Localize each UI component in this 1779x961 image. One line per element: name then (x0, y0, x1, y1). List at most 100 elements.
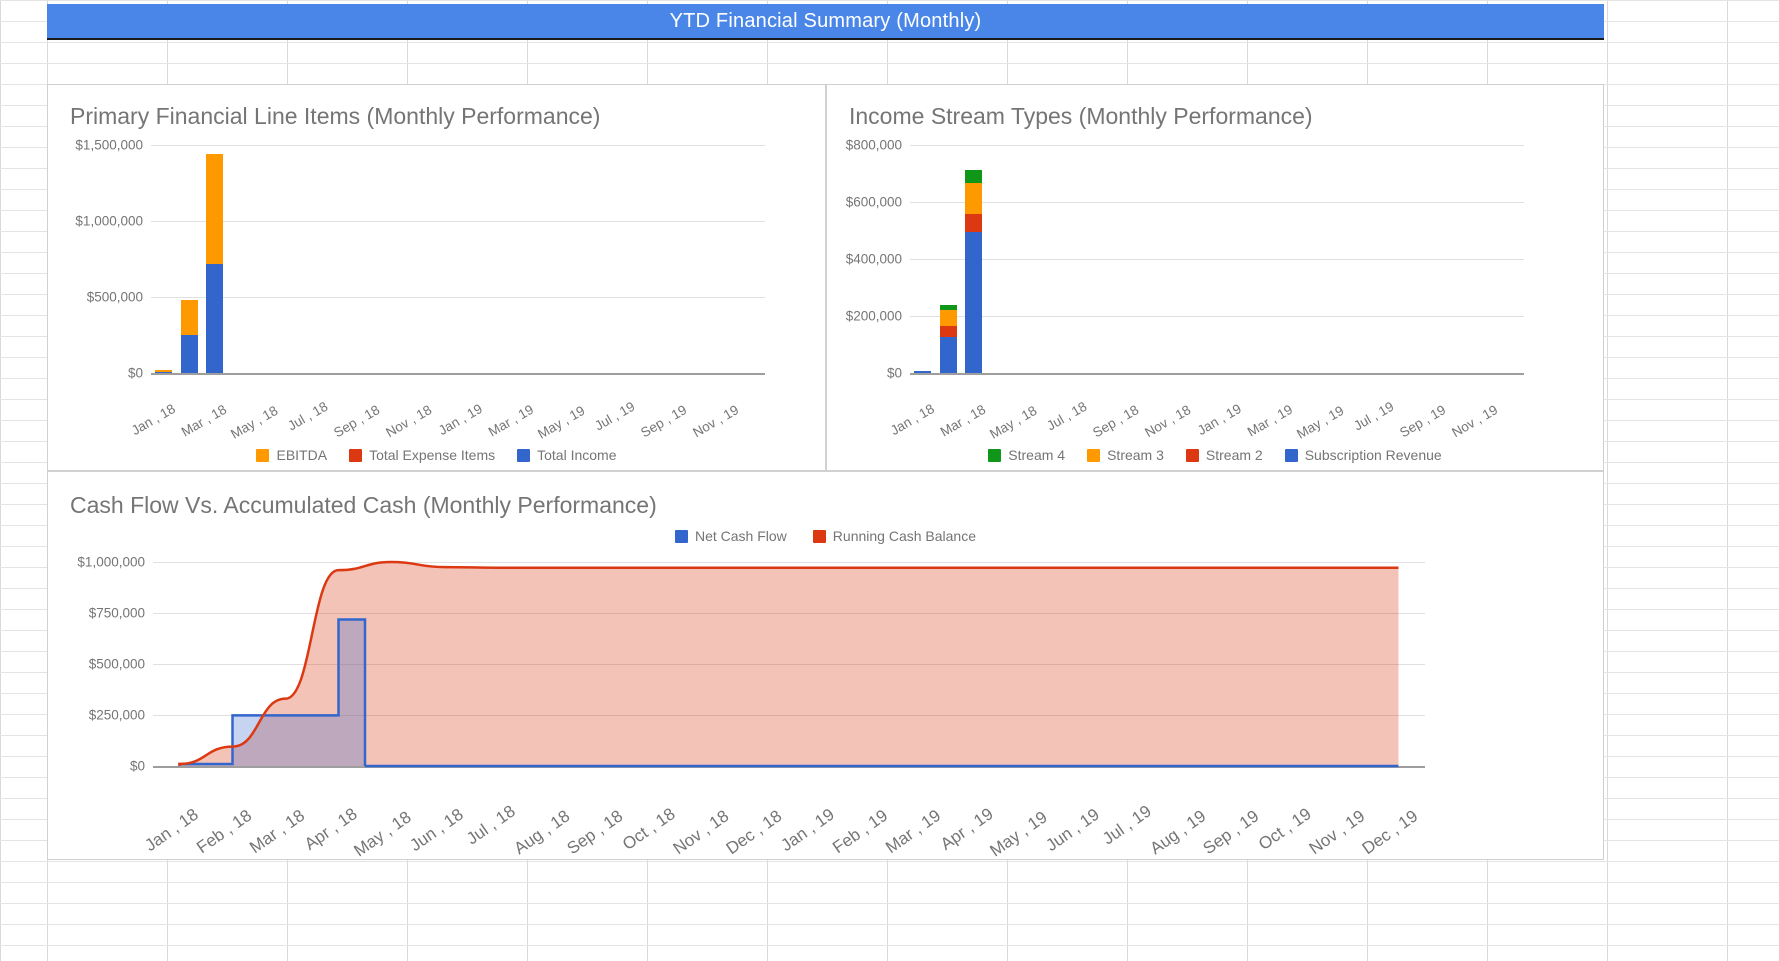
legend-item[interactable]: Running Cash Balance (812, 528, 977, 544)
legend-item[interactable]: Total Income (517, 447, 617, 463)
x-axis-tick-label: Aug , 18 (510, 806, 573, 859)
legend-item[interactable]: Net Cash Flow (674, 528, 787, 544)
bar-segment[interactable] (939, 305, 957, 310)
chart-title-cash-flow: Cash Flow Vs. Accumulated Cash (Monthly … (70, 492, 657, 518)
legend-label: Total Expense Items (369, 447, 496, 463)
x-axis-tick-label: Sep , 18 (1090, 402, 1142, 441)
bar-segment[interactable] (180, 300, 198, 335)
bar-segment[interactable] (155, 370, 173, 372)
x-axis-tick-label: May , 19 (1294, 402, 1347, 442)
x-axis-tick-label: Aug , 19 (1146, 806, 1209, 859)
bar-segment[interactable] (206, 263, 224, 373)
y-axis-tick-label: $1,000,000 (77, 554, 145, 570)
grid-column-line (0, 0, 1, 961)
x-axis-line (910, 373, 1524, 375)
cash-flow-series-svg (178, 560, 1399, 768)
y-axis-tick-label: $0 (127, 365, 143, 381)
x-axis-tick-label: Feb , 19 (828, 805, 891, 858)
y-axis-tick-label: $1,500,000 (75, 137, 143, 153)
x-axis-tick-label: Feb , 18 (192, 805, 255, 858)
legend-label: Total Income (537, 447, 617, 463)
legend-item[interactable]: Stream 3 (1087, 447, 1164, 463)
bar-segment[interactable] (965, 231, 983, 373)
legend-label: Subscription Revenue (1304, 447, 1442, 463)
x-axis-tick-label: Jan , 19 (1194, 401, 1244, 439)
x-axis-tick-label: Sep , 19 (1199, 806, 1262, 859)
grid-column-line (1727, 0, 1728, 961)
y-axis-tick-label: $400,000 (845, 251, 902, 267)
bar-segment[interactable] (939, 325, 957, 338)
chart-panel-primary-line-items: Primary Financial Line Items (Monthly Pe… (47, 84, 826, 471)
legend-label: Running Cash Balance (832, 528, 977, 544)
legend-label: EBITDA (276, 447, 328, 463)
x-axis-tick-label: Jan , 19 (435, 401, 485, 439)
x-axis-tick-label: Nov , 19 (689, 402, 741, 441)
grid-row-line (0, 945, 1779, 946)
x-axis-tick-label: May , 18 (228, 402, 281, 442)
x-axis-tick-label: Oct , 19 (1254, 804, 1315, 854)
y-axis-tick-label: $250,000 (88, 707, 145, 723)
legend-label: Stream 2 (1205, 447, 1263, 463)
x-axis-tick-label: Oct , 18 (618, 804, 679, 854)
legend-swatch-icon (1185, 448, 1199, 462)
bar-segment[interactable] (206, 154, 224, 264)
x-axis-tick-label: Mar , 19 (1244, 401, 1296, 440)
chart-panel-income-stream-types: Income Stream Types (Monthly Performance… (826, 84, 1604, 471)
y-axis-tick-label: $0 (129, 758, 145, 774)
grid-row-line (0, 0, 1779, 1)
x-axis-tick-label: Jan , 18 (887, 401, 937, 439)
bar-segment[interactable] (939, 310, 957, 326)
y-axis-tick-label: $1,000,000 (75, 213, 143, 229)
x-axis-tick-label: Jun , 18 (405, 804, 467, 855)
gridline (910, 259, 1524, 260)
grid-column-line (1607, 0, 1608, 961)
legend-primary-line-items: EBITDA Total Expense Items Total Income (48, 447, 825, 463)
legend-swatch-icon (256, 448, 270, 462)
x-axis-tick-label: Jan , 18 (140, 804, 202, 855)
x-axis-tick-label: Mar , 18 (245, 805, 308, 858)
gridline (910, 145, 1524, 146)
x-axis-tick-label: Nov , 19 (1305, 806, 1368, 859)
x-axis-tick-label: Sep , 18 (331, 402, 383, 441)
bar-segment[interactable] (155, 371, 173, 373)
legend-item[interactable]: Total Expense Items (349, 447, 495, 463)
legend-item[interactable]: EBITDA (256, 447, 327, 463)
gridline (151, 221, 765, 222)
gridline (151, 145, 765, 146)
plot-area-cash-flow: $0 $250,000 $500,000 $750,000 $1,000,000 Jan … (77, 555, 1425, 860)
bar-segment[interactable] (965, 182, 983, 214)
legend-item[interactable]: Stream 4 (988, 447, 1065, 463)
legend-swatch-icon (349, 448, 363, 462)
plot-area-primary-line-items: $0 $500,000 $1,000,000 $1,500,000 Jan , 18 Ma… (75, 138, 765, 442)
dashboard-title: YTD Financial Summary (Monthly) (669, 9, 982, 32)
legend-income-stream-types: Stream 4 Stream 3 Stream 2 Subscription Rev… (827, 447, 1603, 463)
gridline (151, 297, 765, 298)
x-axis-tick-label: May , 18 (987, 402, 1040, 442)
x-axis-tick-label: Dec , 19 (1358, 806, 1421, 859)
bar-segment[interactable] (914, 371, 932, 373)
legend-item[interactable]: Stream 2 (1185, 447, 1263, 463)
legend-item[interactable]: Subscription Revenue (1284, 447, 1442, 463)
x-axis-tick-label: Mar , 18 (178, 401, 230, 440)
bar-segment[interactable] (965, 169, 983, 183)
x-axis-line (151, 373, 765, 375)
y-axis-tick-label: $500,000 (86, 289, 143, 305)
y-axis-tick-label: $750,000 (88, 605, 145, 621)
legend-cash-flow: Net Cash Flow Running Cash Balance (48, 528, 1603, 544)
x-axis-tick-label: May , 19 (985, 807, 1051, 861)
bar-segment[interactable] (965, 213, 983, 232)
bar-segment[interactable] (939, 337, 957, 373)
y-axis-tick-label: $500,000 (88, 656, 145, 672)
x-axis-tick-label: May , 19 (535, 402, 588, 442)
x-axis-tick-label: Jun , 19 (1041, 804, 1103, 855)
x-axis-tick-label: Nov , 18 (1141, 402, 1193, 441)
legend-swatch-icon (812, 529, 826, 543)
gridline (910, 316, 1524, 317)
dashboard-container: YTD Financial Summary (Monthly) Primary … (47, 4, 1604, 924)
x-axis-tick-label: Jul , 19 (1351, 398, 1397, 434)
y-axis-tick-label: $200,000 (845, 308, 902, 324)
bar-segment[interactable] (180, 335, 198, 373)
dashboard-title-bar: YTD Financial Summary (Monthly) (47, 4, 1604, 40)
y-axis-tick-label: $600,000 (845, 194, 902, 210)
legend-swatch-icon (1087, 448, 1101, 462)
